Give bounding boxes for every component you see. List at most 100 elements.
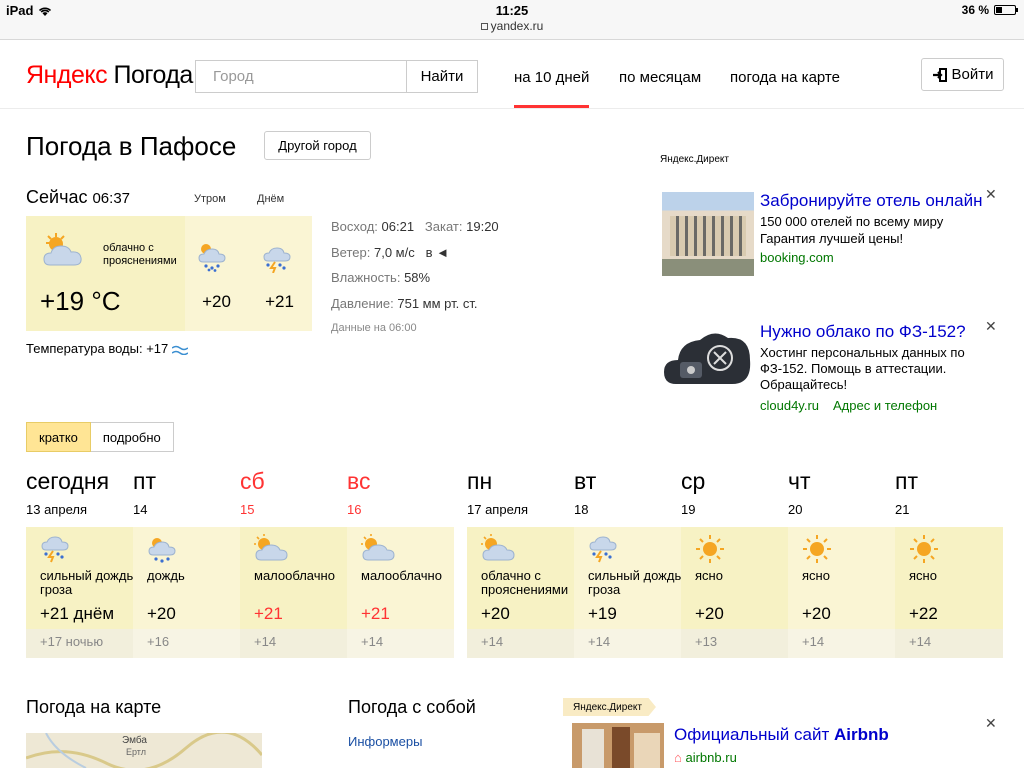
forecast-condition: малооблачно [361, 568, 442, 583]
forecast-day-temp: +21 [361, 604, 390, 623]
now-time: 06:37 [92, 190, 131, 207]
tab-detailed[interactable]: подробно [90, 422, 174, 452]
login-label: Войти [951, 66, 994, 83]
sun-icon [910, 535, 938, 563]
forecast-day-name: вт [574, 468, 597, 494]
city-search-input[interactable]: Город [195, 60, 407, 93]
forecast-day-name: сегодня [26, 468, 110, 494]
wind-info: Ветер: 7,0 м/с в ◄ [331, 245, 449, 260]
day-card [248, 216, 312, 331]
cloud-ad-address-link[interactable]: Адрес и телефон [833, 398, 937, 413]
find-button[interactable]: Найти [406, 60, 478, 93]
map-label: Ертл [126, 747, 146, 757]
nav-by-months[interactable]: по месяцам [619, 69, 701, 86]
cloud-rain-storm-icon [589, 536, 617, 563]
forecast-date: 19 [681, 502, 696, 517]
url-text: yandex.ru [490, 19, 544, 33]
hotel-ad-title[interactable]: Забронируйте отель онлайн [760, 191, 982, 211]
forecast-condition: ясно [695, 568, 723, 583]
forecast-night-temp: +14 [802, 634, 825, 649]
clock: 11:25 [495, 3, 529, 18]
close-icon[interactable]: ✕ [985, 318, 997, 335]
cloud-ad-title[interactable]: Нужно облако по ФЗ-152? [760, 322, 966, 342]
wind-arrow-icon: ◄ [436, 245, 449, 260]
forecast-day-name: пт [133, 468, 156, 494]
forecast-condition: сильный дождь, гроза [588, 568, 685, 597]
forecast-condition: ясно [909, 568, 937, 583]
hotel-ad-link[interactable]: booking.com [760, 250, 834, 265]
ad-label-tag: Яндекс.Директ [563, 698, 656, 716]
close-icon[interactable]: ✕ [985, 186, 997, 203]
sun-cloud-icon [43, 233, 82, 266]
airbnb-ad-image[interactable] [572, 723, 664, 768]
airbnb-logo-icon: ⌂ [674, 750, 682, 765]
widgets-section-title: Погода с собой [348, 697, 476, 717]
battery-icon [994, 5, 1018, 15]
forecast-date: 20 [788, 502, 803, 517]
waves-icon [171, 345, 189, 355]
forecast-day-temp: +21 [254, 604, 283, 623]
sun-cloud-rain-icon [198, 244, 226, 272]
forecast-day-temp: +22 [909, 604, 938, 623]
informers-link[interactable]: Информеры [348, 734, 422, 749]
forecast-night-temp: +13 [695, 634, 718, 649]
login-button[interactable]: Войти [921, 58, 1004, 91]
url-bar[interactable]: yandex.ru [0, 19, 1024, 33]
lock-icon [480, 23, 488, 31]
forecast-night-temp: +14 [361, 634, 384, 649]
sun-cloud-icon [481, 534, 515, 561]
other-city-button[interactable]: Другой город [264, 131, 371, 160]
water-temperature: Температура воды: +17 [26, 341, 189, 356]
ios-status-bar: iPad 11:25 yandex.ru 36 % [0, 0, 1024, 40]
day-label: Днём [257, 193, 285, 205]
current-condition: облачно с прояснениями [103, 242, 177, 267]
forecast-day-name: сб [240, 468, 265, 494]
forecast-date: 13 апреля [26, 502, 87, 517]
nav-10-days[interactable]: на 10 дней [514, 69, 590, 108]
cloud-ad-image[interactable] [662, 322, 754, 392]
forecast-day-name: пт [895, 468, 918, 494]
forecast-night-temp: +14 [588, 634, 611, 649]
forecast-day-temp: +19 [588, 604, 617, 623]
forecast-condition: сильный дождь, гроза [40, 568, 137, 597]
close-icon[interactable]: ✕ [985, 715, 997, 732]
cloud-ad-link[interactable]: cloud4y.ru [760, 398, 819, 413]
airbnb-ad-title[interactable]: Официальный сайт Airbnb [674, 725, 889, 745]
map-thumbnail[interactable]: Эмба Ертл [26, 733, 262, 768]
cloud-rain-storm-icon [263, 247, 291, 273]
forecast-day-temp: +20 [802, 604, 831, 623]
ad-label: Яндекс.Директ [660, 154, 729, 165]
cloud-ad-text2: ФЗ-152. Помощь в аттестации. [760, 361, 947, 376]
forecast-day-name: вс [347, 468, 371, 494]
hotel-ad-text2: Гарантия лучшей цены! [760, 231, 904, 246]
forecast-condition: дождь [147, 568, 185, 583]
sun-cloud-rain-icon [148, 538, 176, 563]
airbnb-ad-link[interactable]: ⌂ airbnb.ru [674, 750, 737, 765]
map-section-title: Погода на карте [26, 697, 162, 717]
forecast-condition: малооблачно [254, 568, 335, 583]
morning-card [185, 216, 248, 331]
nav-weather-map[interactable]: погода на карте [730, 69, 840, 86]
data-timestamp: Данные на 06:00 [331, 322, 417, 334]
forecast-night-temp: +14 [254, 634, 277, 649]
tab-brief[interactable]: кратко [26, 422, 91, 452]
battery-status: 36 % [962, 3, 1018, 17]
forecast-day-temp: +20 [481, 604, 510, 623]
forecast-condition: ясно [802, 568, 830, 583]
cloud-rain-storm-icon [41, 536, 69, 563]
yandex-pogoda-logo[interactable]: Яндекс Погода [26, 61, 193, 90]
current-temperature: +19 °C [40, 286, 121, 316]
forecast-day-temp: +21 днём [40, 604, 115, 623]
sun-cloud-icon [254, 534, 288, 561]
forecast-day-temp: +20 [147, 604, 176, 623]
hotel-ad-image[interactable] [662, 192, 754, 276]
sun-cloud-icon [361, 534, 395, 561]
sun-times: Восход: 06:21 Закат: 19:20 [331, 219, 499, 234]
hotel-ad-text1: 150 000 отелей по всему миру [760, 214, 944, 229]
forecast-date: 16 [347, 502, 362, 517]
sun-icon [803, 535, 831, 563]
login-icon [932, 67, 947, 82]
page-title: Погода в Пафосе [26, 131, 237, 161]
cloud-ad-text1: Хостинг персональных данных по [760, 345, 965, 360]
forecast-date: 18 [574, 502, 589, 517]
